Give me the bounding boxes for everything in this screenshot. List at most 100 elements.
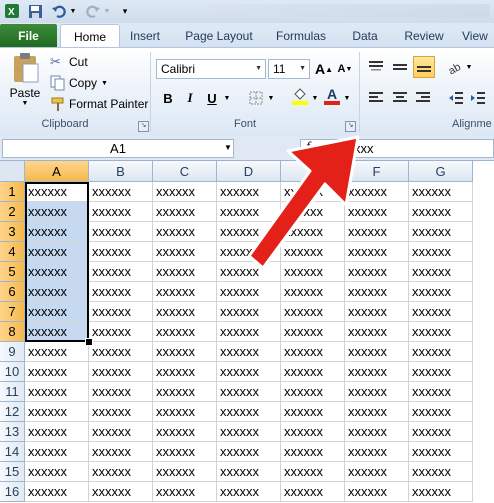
redo-icon[interactable] <box>84 2 102 20</box>
cell-a15[interactable]: xxxxxx <box>25 462 89 482</box>
row-header-13[interactable]: 13 <box>0 422 25 442</box>
tab-review[interactable]: Review <box>396 24 452 47</box>
cell-f2[interactable]: xxxxxx <box>345 202 409 222</box>
cell-g1[interactable]: xxxxxx <box>409 182 473 202</box>
row-header-12[interactable]: 12 <box>0 402 25 422</box>
row-header-14[interactable]: 14 <box>0 442 25 462</box>
cell-d12[interactable]: xxxxxx <box>217 402 281 422</box>
cell-e14[interactable]: xxxxxx <box>281 442 345 462</box>
row-header-9[interactable]: 9 <box>0 342 25 362</box>
column-header-a[interactable]: A <box>25 161 89 182</box>
cell-d3[interactable]: xxxxxx <box>217 222 281 242</box>
cell-f14[interactable]: xxxxxx <box>345 442 409 462</box>
cell-b12[interactable]: xxxxxx <box>89 402 153 422</box>
column-header-c[interactable]: C <box>153 161 217 182</box>
row-header-15[interactable]: 15 <box>0 462 25 482</box>
cell-b13[interactable]: xxxxxx <box>89 422 153 442</box>
borders-button[interactable] <box>246 88 266 108</box>
cell-f8[interactable]: xxxxxx <box>345 322 409 342</box>
cell-c6[interactable]: xxxxxx <box>153 282 217 302</box>
insert-function-icon[interactable]: f <box>306 140 310 156</box>
cell-e15[interactable]: xxxxxx <box>281 462 345 482</box>
italic-button[interactable]: I <box>180 88 200 108</box>
cell-a8[interactable]: xxxxxx <box>25 322 89 342</box>
cell-f11[interactable]: xxxxxx <box>345 382 409 402</box>
cell-g13[interactable]: xxxxxx <box>409 422 473 442</box>
cell-c3[interactable]: xxxxxx <box>153 222 217 242</box>
tab-view[interactable]: View <box>462 24 494 47</box>
cell-b5[interactable]: xxxxxx <box>89 262 153 282</box>
cell-d6[interactable]: xxxxxx <box>217 282 281 302</box>
shrink-font-button[interactable]: A ▼ <box>335 59 355 79</box>
cell-a6[interactable]: xxxxxx <box>25 282 89 302</box>
row-header-1[interactable]: 1 <box>0 182 25 202</box>
cell-d5[interactable]: xxxxxx <box>217 262 281 282</box>
row-header-8[interactable]: 8 <box>0 322 25 342</box>
cell-a5[interactable]: xxxxxx <box>25 262 89 282</box>
cell-b6[interactable]: xxxxxx <box>89 282 153 302</box>
cell-f13[interactable]: xxxxxx <box>345 422 409 442</box>
cell-d2[interactable]: xxxxxx <box>217 202 281 222</box>
cell-g5[interactable]: xxxxxx <box>409 262 473 282</box>
increase-indent-button[interactable] <box>468 88 488 108</box>
underline-dropdown-icon[interactable]: ▼ <box>222 88 232 108</box>
cell-g9[interactable]: xxxxxx <box>409 342 473 362</box>
name-box[interactable]: A1 <box>2 139 234 158</box>
tab-page-layout[interactable]: Page Layout <box>178 24 260 47</box>
cell-e13[interactable]: xxxxxx <box>281 422 345 442</box>
cell-c16[interactable]: xxxxxx <box>153 482 217 502</box>
cell-d1[interactable]: xxxxxx <box>217 182 281 202</box>
cell-g7[interactable]: xxxxxx <box>409 302 473 322</box>
cell-a2[interactable]: xxxxxx <box>25 202 89 222</box>
cell-g16[interactable]: xxxxxx <box>409 482 473 502</box>
cell-g4[interactable]: xxxxxx <box>409 242 473 262</box>
cell-a16[interactable]: xxxxxx <box>25 482 89 502</box>
cell-e11[interactable]: xxxxxx <box>281 382 345 402</box>
cell-c10[interactable]: xxxxxx <box>153 362 217 382</box>
cell-f15[interactable]: xxxxxx <box>345 462 409 482</box>
cell-d8[interactable]: xxxxxx <box>217 322 281 342</box>
row-header-7[interactable]: 7 <box>0 302 25 322</box>
cell-a14[interactable]: xxxxxx <box>25 442 89 462</box>
cell-g8[interactable]: xxxxxx <box>409 322 473 342</box>
fill-color-dropdown-icon[interactable]: ▼ <box>310 88 320 108</box>
cell-c11[interactable]: xxxxxx <box>153 382 217 402</box>
paste-button[interactable]: Paste ▼ <box>6 52 44 114</box>
font-name-select[interactable]: Calibri ▼ <box>156 59 266 79</box>
cell-c15[interactable]: xxxxxx <box>153 462 217 482</box>
cell-e2[interactable]: xxxxxx <box>281 202 345 222</box>
cell-g14[interactable]: xxxxxx <box>409 442 473 462</box>
cell-g3[interactable]: xxxxxx <box>409 222 473 242</box>
row-header-4[interactable]: 4 <box>0 242 25 262</box>
cell-f1[interactable]: xxxxxx <box>345 182 409 202</box>
align-top-button[interactable] <box>366 57 386 77</box>
cell-c13[interactable]: xxxxxx <box>153 422 217 442</box>
cell-b14[interactable]: xxxxxx <box>89 442 153 462</box>
cell-e5[interactable]: xxxxxx <box>281 262 345 282</box>
cell-c9[interactable]: xxxxxx <box>153 342 217 362</box>
cell-c5[interactable]: xxxxxx <box>153 262 217 282</box>
redo-dropdown-icon[interactable]: ▼ <box>102 2 112 20</box>
tab-data[interactable]: Data <box>344 24 386 47</box>
align-bottom-button[interactable] <box>413 56 435 78</box>
customize-icon[interactable]: ▾ <box>116 2 134 20</box>
bold-button[interactable]: B <box>158 88 178 108</box>
cell-e12[interactable]: xxxxxx <box>281 402 345 422</box>
cell-b3[interactable]: xxxxxx <box>89 222 153 242</box>
align-middle-button[interactable] <box>390 57 410 77</box>
cell-b2[interactable]: xxxxxx <box>89 202 153 222</box>
cell-b15[interactable]: xxxxxx <box>89 462 153 482</box>
cell-b9[interactable]: xxxxxx <box>89 342 153 362</box>
clipboard-dialog-launcher-icon[interactable]: ↘ <box>138 121 149 132</box>
cell-g12[interactable]: xxxxxx <box>409 402 473 422</box>
column-header-b[interactable]: B <box>89 161 153 182</box>
cell-e16[interactable]: xxxxxx <box>281 482 345 502</box>
orientation-dropdown-icon[interactable]: ▼ <box>464 57 474 77</box>
cell-g2[interactable]: xxxxxx <box>409 202 473 222</box>
cell-a12[interactable]: xxxxxx <box>25 402 89 422</box>
cell-d7[interactable]: xxxxxx <box>217 302 281 322</box>
cut-button[interactable]: ✂ Cut <box>50 53 88 71</box>
cell-b1[interactable]: xxxxxx <box>89 182 153 202</box>
column-header-d[interactable]: D <box>217 161 281 182</box>
font-color-button[interactable]: A <box>322 86 342 106</box>
